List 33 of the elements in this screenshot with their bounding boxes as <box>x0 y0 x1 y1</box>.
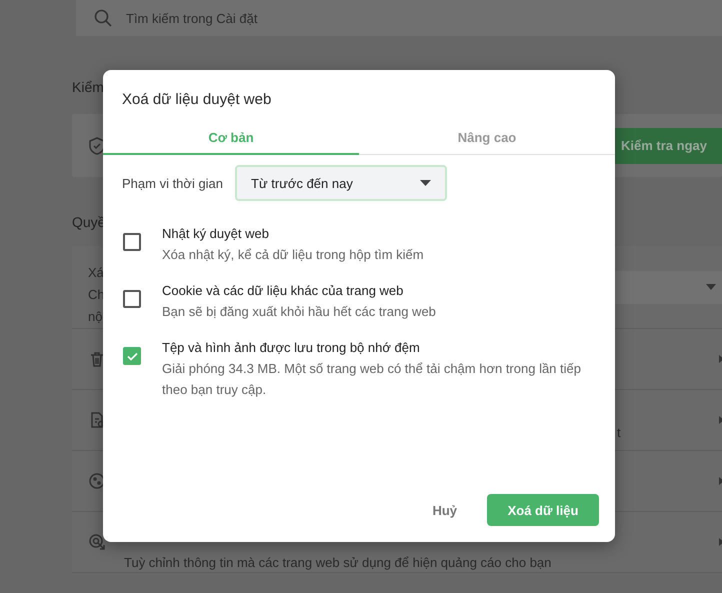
option-title: Tệp và hình ảnh được lưu trong bộ nhớ đệm <box>162 339 421 357</box>
check-now-button[interactable]: Kiểm tra ngay <box>615 128 722 164</box>
checkbox[interactable] <box>123 290 141 308</box>
dialog-title: Xoá dữ liệu duyệt web <box>121 90 272 110</box>
tab[interactable]: Cơ bản <box>103 122 359 155</box>
option-title: Cookie và các dữ liệu khác của trang web <box>162 282 404 300</box>
cancel-button[interactable]: Huỷ <box>432 502 457 518</box>
time-range-dropdown[interactable]: Từ trước đến nay <box>235 165 448 201</box>
search-field[interactable]: Tìm kiếm trong Cài đặt <box>76 0 722 36</box>
option-description: Xóa nhật ký, kể cả dữ liệu trong hộp tìm kiếm <box>162 246 424 264</box>
row-text: t <box>617 424 621 442</box>
time-range-label: Phạm vi thời gian <box>122 176 224 190</box>
row-text: nộ <box>88 308 102 326</box>
search-icon <box>94 9 112 27</box>
cookie-icon <box>88 472 106 490</box>
row-text: Tuỳ chỉnh thông tin mà các trang web sử dụng để hiện quảng cáo cho bạn <box>124 554 552 572</box>
dropdown[interactable] <box>612 271 722 304</box>
option-description: Bạn sẽ bị đăng xuất khỏi hầu hết các trang web <box>162 303 436 321</box>
option-title: Nhật ký duyệt web <box>162 225 270 243</box>
row-text: Xá <box>88 264 104 282</box>
tab[interactable]: Nâng cao <box>359 122 615 155</box>
shield-icon <box>88 136 106 154</box>
checkbox[interactable] <box>123 233 141 251</box>
caret-icon <box>706 284 716 290</box>
clear-data-button[interactable]: Xoá dữ liệu <box>487 494 599 526</box>
search-placeholder: Tìm kiếm trong Cài đặt <box>126 10 258 26</box>
section-heading: Kiểm <box>72 79 105 96</box>
trash-icon <box>88 350 106 368</box>
target-icon <box>88 533 106 551</box>
caret-icon <box>420 180 432 186</box>
checkbox[interactable] <box>123 347 141 365</box>
checkmark-icon <box>126 352 138 360</box>
option-description: Giải phóng 34.3 MB. Một số trang web có thể tải chậm hơn trong lần tiếp theo bạn truy cập. <box>162 360 582 399</box>
